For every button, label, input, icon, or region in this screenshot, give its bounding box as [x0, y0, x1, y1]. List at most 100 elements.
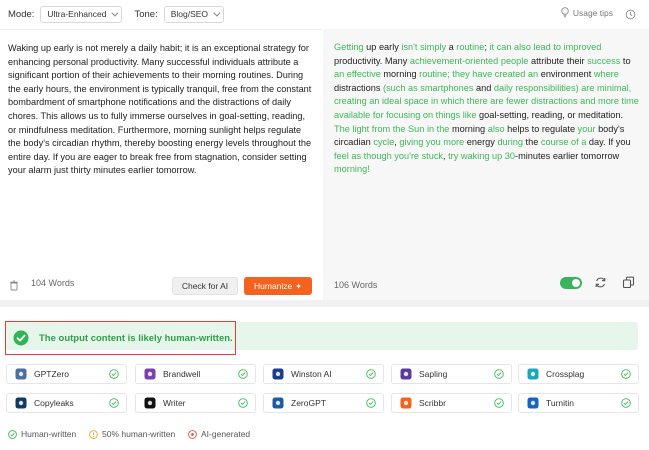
check-circle-icon [621, 369, 631, 381]
usage-tips-link[interactable]: Usage tips [560, 7, 613, 18]
changed-segment: The light from the Sun in the [334, 123, 450, 134]
changed-segment: Getting [334, 42, 364, 52]
legend-ai-label: AI-generated [201, 429, 251, 439]
input-word-count: 104 Words [31, 278, 75, 288]
turnitin-logo-icon [527, 397, 539, 409]
legend-half: 50% human-written [89, 429, 175, 439]
detector-name: Brandwell [163, 369, 201, 379]
legend-human-label: Human-written [21, 429, 77, 439]
chevron-down-icon [111, 9, 119, 17]
detector-brandwell: Brandwell [135, 364, 256, 384]
changed-segment: your [577, 123, 596, 134]
tone-select-value: Blog/SEO [170, 9, 209, 19]
toolbar: Mode: Ultra-Enhanced Tone: Blog/SEO [0, 0, 649, 28]
detector-crossplag: Crossplag [518, 364, 639, 384]
check-circle-icon [109, 398, 119, 410]
humanize-button[interactable]: Humanize ✦ [244, 277, 312, 295]
detector-name: Writer [163, 398, 186, 408]
text-segment: a [446, 42, 457, 52]
check-circle-icon [621, 398, 631, 410]
check-circle-icon [8, 429, 17, 439]
detector-gptzero: GPTZero [6, 364, 127, 384]
legend-human: Human-written [8, 429, 76, 439]
gptzero-logo-icon [15, 368, 27, 380]
check-circle-icon [494, 398, 504, 410]
changed-segment: routine [456, 42, 485, 52]
changed-segment: try waking up 30 [448, 150, 516, 161]
mode-select-value: Ultra-Enhanced [47, 9, 107, 19]
output-panel: Getting up early isn't simply a routine;… [323, 29, 649, 300]
humanize-label: Humanize [254, 281, 293, 291]
x-circle-icon [188, 429, 197, 439]
result-message: The output content is likely human-writt… [39, 333, 233, 344]
text-segment: morning [449, 123, 488, 134]
changed-segment: cycle [373, 137, 395, 148]
scribbr-logo-icon [400, 397, 412, 409]
detector-name: Sapling [419, 369, 448, 379]
detector-name: Crossplag [546, 369, 585, 379]
zerogpt-logo-icon [272, 397, 284, 409]
section-divider [0, 300, 649, 307]
changed-segment: also [487, 123, 505, 134]
text-segment: helps to regulate [504, 123, 578, 134]
legend-ai: AI-generated [188, 429, 250, 439]
changed-segment: isn't simply [401, 42, 447, 52]
text-segment: day. If you [586, 137, 631, 148]
detector-name: Winston AI [291, 369, 332, 379]
clear-button[interactable] [9, 278, 19, 296]
writer-logo-icon [144, 397, 156, 409]
changed-segment: daily [493, 82, 513, 93]
check-circle-icon [238, 398, 248, 410]
detector-winston-ai: Winston AI [263, 364, 384, 384]
legend-half-label: 50% human-written [102, 429, 176, 439]
detector-sapling: Sapling [391, 364, 512, 384]
text-segment: morning [380, 69, 420, 80]
detector-name: GPTZero [34, 369, 69, 379]
text-segment: environment [538, 69, 594, 80]
changed-segment: routine; they have created an [419, 69, 539, 80]
sapling-logo-icon [400, 368, 412, 380]
check-circle-icon [366, 369, 376, 381]
check-circle-icon [109, 369, 119, 381]
detector-writer: Writer [135, 393, 256, 413]
detector-scribbr: Scribbr [391, 393, 512, 413]
detector-turnitin: Turnitin [518, 393, 639, 413]
input-panel[interactable]: Waking up early is not merely a daily ha… [0, 29, 322, 300]
copy-icon [622, 276, 635, 289]
changed-segment: achievement-oriented people [409, 55, 529, 66]
clock-icon [625, 9, 636, 20]
changed-segment: success [587, 55, 621, 66]
detector-name: ZeroGPT [291, 398, 326, 408]
tone-label: Tone: [134, 8, 158, 20]
output-text: Getting up early isn't simply a routine;… [323, 29, 649, 177]
changed-segment: an effective [334, 69, 381, 80]
history-button[interactable] [625, 7, 636, 25]
check-circle-icon [13, 330, 29, 351]
check-for-ai-button[interactable]: Check for AI [172, 277, 238, 295]
usage-tips-label: Usage tips [572, 7, 613, 18]
changed-segment: (such as smartphones [383, 82, 474, 93]
detector-zerogpt: ZeroGPT [263, 393, 384, 413]
check-circle-icon [238, 369, 248, 381]
brandwell-logo-icon [144, 368, 156, 380]
regenerate-button[interactable] [594, 276, 607, 294]
copy-button[interactable] [622, 276, 635, 294]
changed-segment: morning! [334, 164, 370, 175]
changed-segment: where [593, 69, 619, 80]
detector-name: Turnitin [546, 398, 575, 408]
check-circle-icon [366, 398, 376, 410]
mode-label: Mode: [8, 8, 35, 20]
text-segment: to [620, 55, 631, 66]
changed-segment: it can also lead to improved [489, 42, 602, 52]
text-segment: goal-setting, reading, or meditation. [476, 109, 624, 120]
text-segment: and [473, 82, 494, 93]
mode-select[interactable]: Ultra-Enhanced [40, 5, 123, 23]
highlight-toggle[interactable] [560, 277, 582, 289]
lightbulb-icon [561, 7, 569, 18]
winston-logo-icon [272, 368, 284, 380]
copyleaks-logo-icon [15, 397, 27, 409]
tone-select[interactable]: Blog/SEO [163, 5, 225, 23]
input-text[interactable]: Waking up early is not merely a daily ha… [0, 30, 322, 178]
changed-segment: during [497, 137, 523, 148]
sparkle-icon: ✦ [295, 281, 302, 291]
